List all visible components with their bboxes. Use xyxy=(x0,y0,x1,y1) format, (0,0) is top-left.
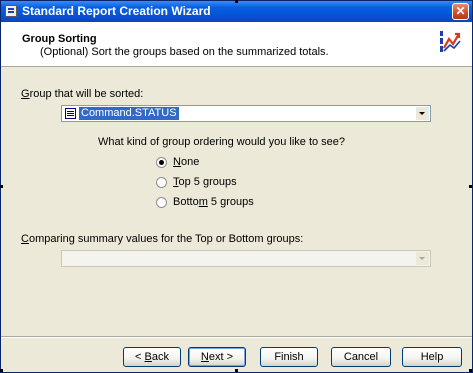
field-icon xyxy=(65,108,76,119)
window-title: Standard Report Creation Wizard xyxy=(22,4,211,18)
cancel-button[interactable]: Cancel xyxy=(331,347,391,367)
page-title: Group Sorting xyxy=(22,33,97,45)
summary-field-label: Comparing summary values for the Top or … xyxy=(21,233,304,245)
wizard-window: Standard Report Creation Wizard ✕ Group … xyxy=(0,0,473,373)
radio-bottom-5-button[interactable] xyxy=(156,197,167,208)
ordering-question: What kind of group ordering would you li… xyxy=(98,136,346,148)
radio-none-button[interactable] xyxy=(156,157,167,168)
group-field-label: Group that will be sorted: xyxy=(21,88,144,100)
resize-grip-top[interactable] xyxy=(235,0,238,3)
resize-grip-bottom-left[interactable] xyxy=(0,369,3,372)
sort-chart-icon xyxy=(438,28,462,54)
wizard-header: Group Sorting (Optional) Sort the groups… xyxy=(1,22,472,67)
chevron-down-icon[interactable] xyxy=(416,107,429,120)
finish-button[interactable]: Finish xyxy=(260,347,318,367)
summary-field-value xyxy=(79,252,83,265)
radio-top-5-button[interactable] xyxy=(156,177,167,188)
chevron-down-icon[interactable] xyxy=(416,252,429,265)
app-icon xyxy=(5,5,17,17)
resize-grip-bottom-right[interactable] xyxy=(469,369,472,372)
next-button[interactable]: Next > xyxy=(188,347,246,367)
radio-none-label[interactable]: None xyxy=(173,156,199,168)
resize-grip-bottom[interactable] xyxy=(235,369,238,372)
radio-bottom-5-label[interactable]: Bottom 5 groups xyxy=(173,196,254,208)
title-bar[interactable]: Standard Report Creation Wizard ✕ xyxy=(1,1,472,22)
radio-top-5-label[interactable]: Top 5 groups xyxy=(173,176,237,188)
footer-divider xyxy=(1,336,472,338)
group-field-select[interactable]: Command.STATUS xyxy=(61,105,431,122)
close-button[interactable]: ✕ xyxy=(452,3,469,20)
summary-field-select[interactable] xyxy=(61,250,431,267)
page-subtitle: (Optional) Sort the groups based on the … xyxy=(40,46,329,58)
back-button[interactable]: < Back xyxy=(123,347,181,367)
resize-grip-right[interactable] xyxy=(469,185,472,188)
help-button[interactable]: Help xyxy=(402,347,462,367)
group-field-value: Command.STATUS xyxy=(79,107,179,120)
resize-grip-left[interactable] xyxy=(0,185,3,188)
